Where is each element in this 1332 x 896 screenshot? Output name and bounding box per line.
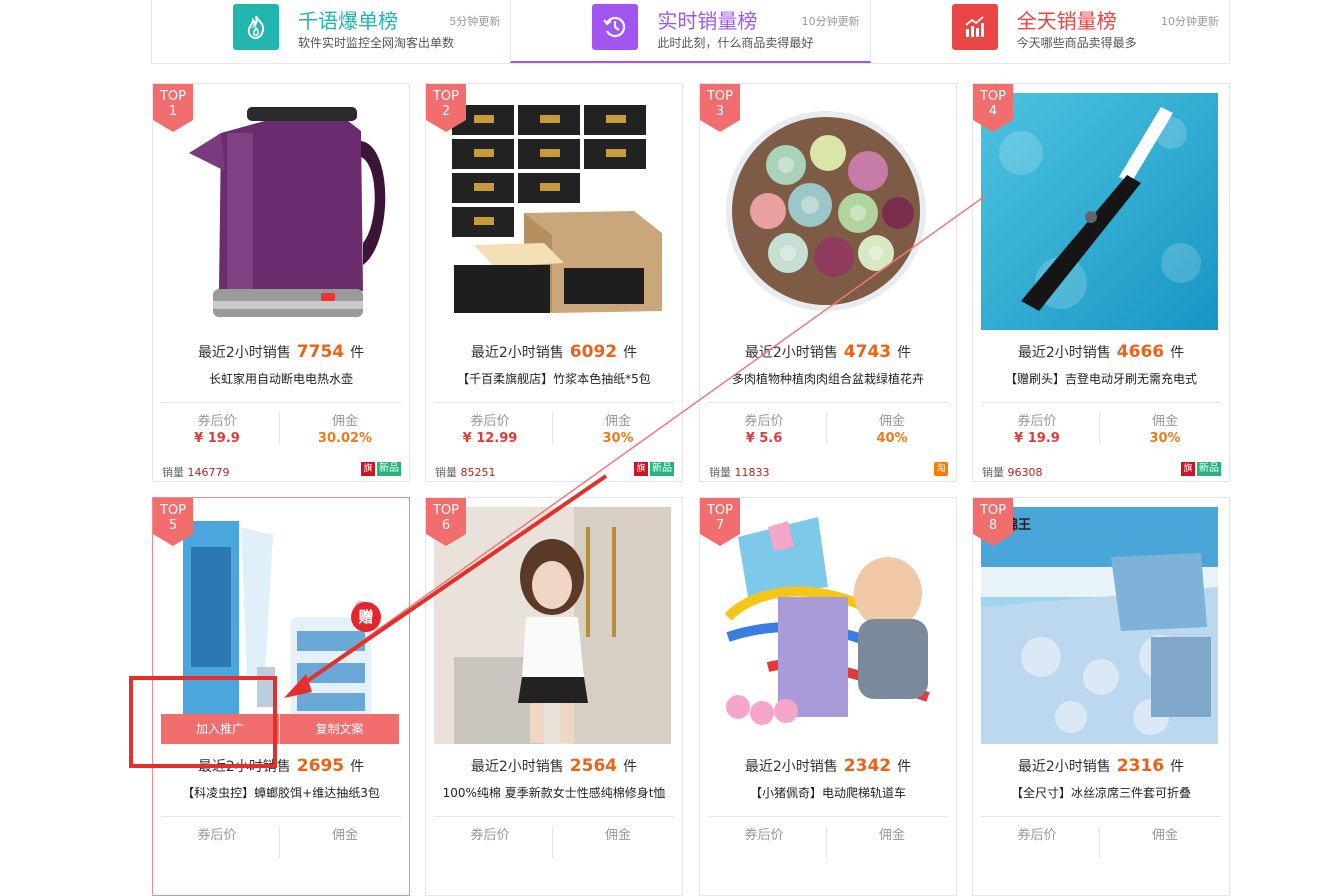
- annotation-highlight-box: [129, 676, 277, 768]
